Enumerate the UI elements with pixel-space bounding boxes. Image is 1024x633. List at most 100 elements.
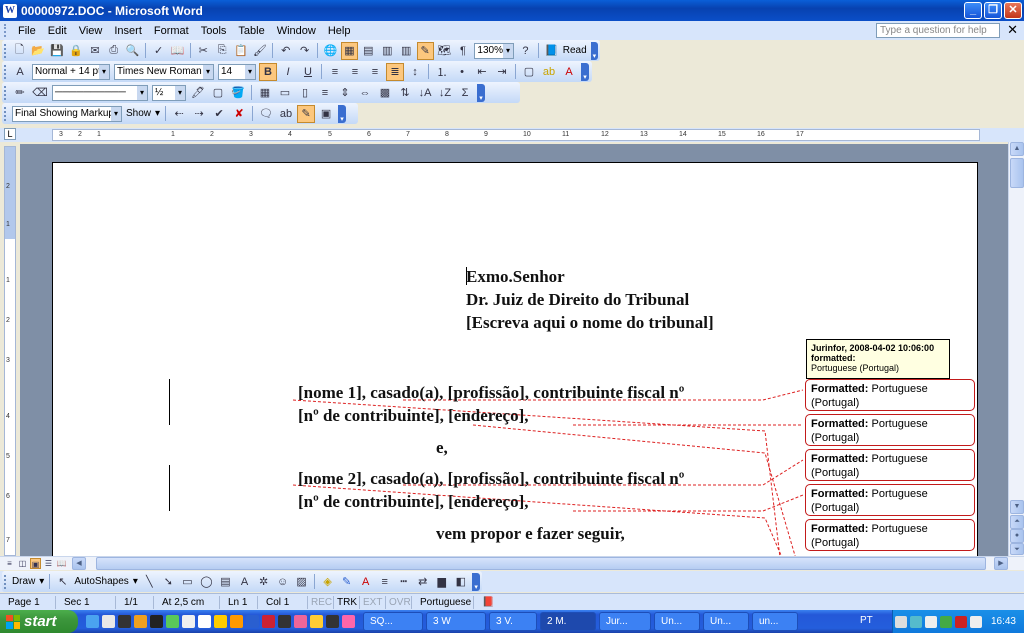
menu-insert[interactable]: Insert [108, 25, 148, 37]
select-browse-object-icon[interactable]: ● [1010, 529, 1024, 543]
font-select[interactable]: Times New Roman [114, 63, 214, 80]
scroll-down-icon[interactable]: ▼ [1010, 500, 1024, 514]
party1-line-1[interactable]: [nome 1], casado(a), [profissão], contri… [298, 383, 684, 403]
new-document-icon[interactable]: 🗋 [11, 42, 28, 60]
app-icon[interactable] [246, 615, 259, 628]
outside-border-icon[interactable]: ▢ [209, 84, 227, 102]
font-color-icon[interactable]: A [560, 63, 578, 81]
app-icon[interactable] [230, 615, 243, 628]
copy-icon[interactable]: ⎘ [214, 42, 231, 60]
taskbar-item-3v[interactable]: 3 V. [489, 612, 537, 631]
minimize-button[interactable]: _ [964, 2, 982, 19]
read-button[interactable]: Read [561, 45, 589, 56]
line-spacing-icon[interactable]: ↕ [406, 63, 424, 81]
app-icon[interactable] [214, 615, 227, 628]
app-icon[interactable] [326, 615, 339, 628]
horizontal-ruler[interactable]: 3 2 1 1 2 3 4 5 6 7 8 9 10 11 12 13 14 1… [52, 129, 980, 141]
draw-menu-button[interactable]: Draw [10, 576, 37, 587]
document-close-icon[interactable]: ✕ [1007, 22, 1018, 38]
scroll-left-icon[interactable]: ◀ [72, 557, 86, 570]
scroll-thumb[interactable] [1010, 158, 1024, 188]
horizontal-scroll-thumb[interactable] [96, 557, 986, 570]
accept-change-icon[interactable]: ✔ [210, 105, 228, 123]
app-icon[interactable] [310, 615, 323, 628]
normal-view-icon[interactable]: ≡ [4, 558, 15, 569]
clip-art-icon[interactable]: ☺ [274, 573, 291, 591]
markup-balloon[interactable]: Formatted: Portuguese (Portugal) [805, 379, 975, 411]
text-box-icon[interactable]: ▤ [217, 573, 234, 591]
previous-change-icon[interactable]: ⇠ [170, 105, 188, 123]
highlight-change-icon[interactable]: ab [277, 105, 295, 123]
select-objects-icon[interactable]: ↖ [54, 573, 71, 591]
app-icon[interactable] [342, 615, 355, 628]
diagram-icon[interactable]: ✲ [255, 573, 272, 591]
app-icon[interactable] [134, 615, 147, 628]
eraser-icon[interactable]: ⌫ [31, 84, 49, 102]
ie-icon[interactable] [86, 615, 99, 628]
fill-color-icon[interactable]: ◈ [319, 573, 336, 591]
sort-ascending-icon[interactable]: ↓A [416, 84, 434, 102]
document-area[interactable]: Exmo.Senhor Dr. Juiz de Direito do Tribu… [20, 144, 1008, 556]
previous-page-icon[interactable]: ⏶ [1010, 515, 1024, 529]
arrow-style-icon[interactable]: ⇄ [414, 573, 431, 591]
insert-comment-icon[interactable]: 🗨 [257, 105, 275, 123]
markup-balloon[interactable]: Formatted: Portuguese (Portugal) [805, 519, 975, 551]
taskbar-item-un1[interactable]: Un... [654, 612, 700, 631]
outline-view-icon[interactable]: ☰ [43, 558, 54, 569]
decrease-indent-icon[interactable]: ⇤ [473, 63, 491, 81]
permission-icon[interactable]: 🔒 [68, 42, 85, 60]
reading-layout-icon[interactable]: 📖 [56, 558, 67, 569]
bold-icon[interactable]: B [259, 62, 277, 81]
wordart-icon[interactable]: A [236, 573, 253, 591]
party1-line-2[interactable]: [nº de contribuinte], [endereço], [298, 406, 529, 426]
save-icon[interactable]: 💾 [49, 42, 66, 60]
tray-icon[interactable] [954, 615, 967, 628]
paste-icon[interactable]: 📋 [233, 42, 250, 60]
status-trk[interactable]: TRK [334, 595, 360, 609]
split-cells-icon[interactable]: ▯ [296, 84, 314, 102]
vertical-scrollbar[interactable]: ▲ ▼ ⏶ ● ⏷ [1008, 142, 1024, 556]
reject-change-icon[interactable]: ✘ [230, 105, 248, 123]
app-icon[interactable] [198, 615, 211, 628]
border-color-icon[interactable]: 🖊 [189, 84, 207, 102]
help-icon[interactable]: ? [517, 42, 534, 60]
app-icon[interactable] [278, 615, 291, 628]
styles-pane-icon[interactable]: A [11, 63, 29, 81]
address-line-3[interactable]: [Escreva aqui o nome do tribunal] [466, 313, 714, 333]
oval-icon[interactable]: ◯ [198, 573, 215, 591]
tab-selector[interactable]: L [4, 128, 16, 140]
status-language[interactable]: Portuguese [412, 595, 474, 609]
font-size-select[interactable]: 14 [218, 63, 256, 80]
font-color-icon[interactable]: A [357, 573, 374, 591]
document-page[interactable]: Exmo.Senhor Dr. Juiz de Direito do Tribu… [52, 162, 978, 556]
vertical-ruler[interactable]: 2 1 1 2 3 4 5 6 7 [4, 146, 16, 556]
close-button[interactable]: ✕ [1004, 2, 1022, 19]
toolbar-options-icon[interactable]: ▾ [581, 62, 589, 81]
tray-icon[interactable] [909, 615, 922, 628]
research-icon[interactable]: 📖 [169, 42, 186, 60]
rectangle-icon[interactable]: ▭ [179, 573, 196, 591]
closing-line[interactable]: vem propor e fazer seguir, [436, 524, 625, 544]
align-left-icon[interactable]: ≡ [326, 63, 344, 81]
restore-button[interactable]: ❐ [984, 2, 1002, 19]
taskbar-item-explorer[interactable]: 3 W [426, 612, 486, 631]
tray-icon[interactable] [939, 615, 952, 628]
taskbar-item-sql[interactable]: SQ... [363, 612, 423, 631]
app-icon[interactable] [262, 615, 275, 628]
align-center-icon[interactable]: ≡ [346, 63, 364, 81]
show-hide-icon[interactable]: ¶ [455, 42, 472, 60]
taskbar-item-word[interactable]: 2 M. [540, 612, 596, 631]
taskbar-item-jur[interactable]: Jur... [599, 612, 651, 631]
toolbar-options-icon[interactable]: ▾ [338, 104, 347, 123]
menu-edit[interactable]: Edit [42, 25, 73, 37]
help-search-input[interactable]: Type a question for help [876, 23, 1000, 38]
line-color-icon[interactable]: ✎ [338, 573, 355, 591]
next-change-icon[interactable]: ⇢ [190, 105, 208, 123]
spelling-icon[interactable]: ✓ [150, 42, 167, 60]
app-icon[interactable] [294, 615, 307, 628]
address-line-2[interactable]: Dr. Juiz de Direito do Tribunal [466, 290, 689, 310]
3d-style-icon[interactable]: ◧ [452, 573, 469, 591]
next-page-icon[interactable]: ⏷ [1010, 543, 1024, 555]
markup-balloon[interactable]: Formatted: Portuguese (Portugal) [805, 414, 975, 446]
status-ext[interactable]: EXT [360, 595, 386, 609]
